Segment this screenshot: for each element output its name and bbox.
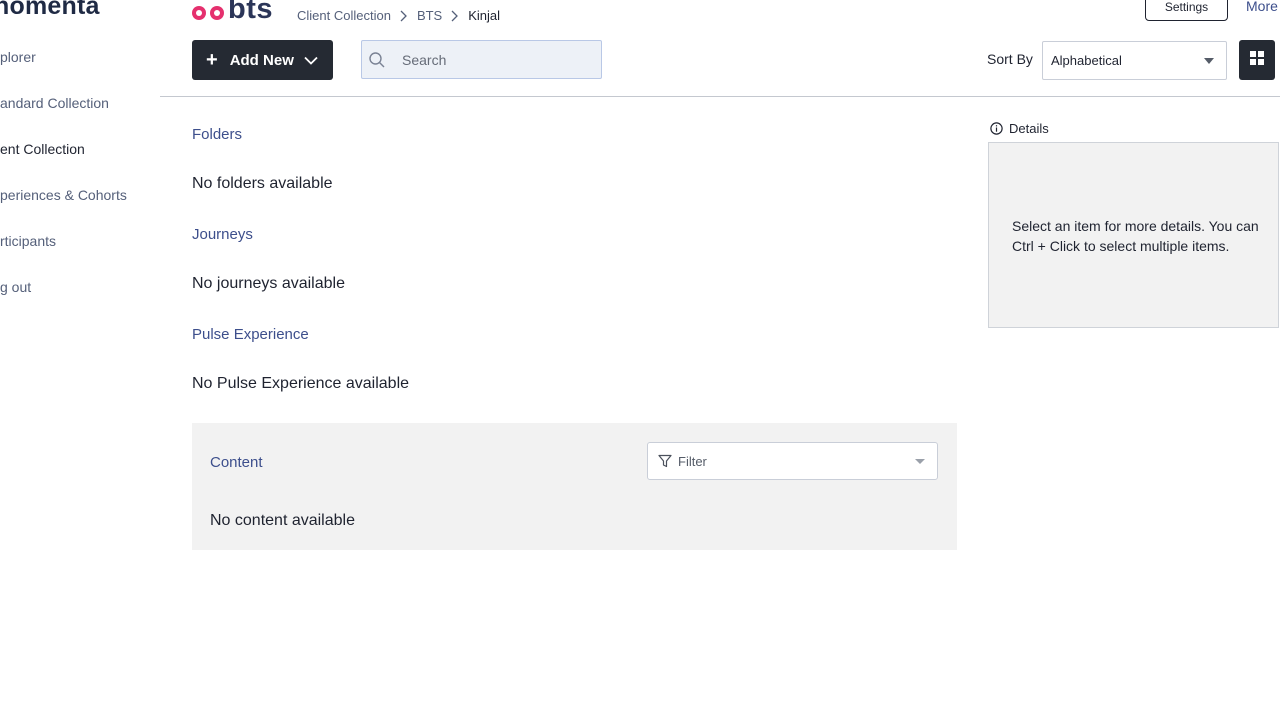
- pulse-experience-empty-message: No Pulse Experience available: [192, 375, 410, 392]
- grid-view-button[interactable]: [1239, 40, 1275, 80]
- content-title: Content: [210, 454, 263, 471]
- breadcrumb-item-bts[interactable]: BTS: [417, 8, 442, 23]
- logo-dots-icon: [192, 6, 224, 20]
- pulse-experience-title: Pulse Experience: [192, 326, 309, 343]
- sort-by-label: Sort By: [987, 51, 1033, 67]
- breadcrumb-item-client-collection[interactable]: Client Collection: [297, 8, 391, 23]
- folders-empty-message: No folders available: [192, 175, 333, 192]
- header-divider: [160, 96, 1280, 97]
- folders-title: Folders: [192, 126, 243, 143]
- caret-down-icon: [1204, 58, 1214, 64]
- sidebar-item-log-out[interactable]: g out: [0, 279, 31, 295]
- add-new-button[interactable]: + Add New: [192, 40, 333, 80]
- breadcrumb: Client Collection BTS Kinjal: [297, 8, 500, 23]
- settings-button[interactable]: Settings: [1145, 0, 1228, 21]
- add-new-label: Add New: [229, 51, 294, 69]
- journeys-empty-message: No journeys available: [192, 275, 345, 292]
- journeys-title: Journeys: [192, 226, 253, 243]
- logo-text: bts: [228, 0, 273, 25]
- caret-down-icon: [915, 459, 925, 464]
- info-icon: [990, 122, 1003, 135]
- breadcrumb-item-current: Kinjal: [468, 8, 501, 23]
- details-panel: Select an item for more details. You can…: [988, 142, 1279, 328]
- search-icon: [368, 51, 388, 69]
- filter-icon: [658, 454, 672, 468]
- chevron-down-icon: [304, 56, 318, 65]
- bts-logo[interactable]: bts: [192, 0, 273, 25]
- chevron-right-icon: [450, 9, 460, 23]
- sidebar-item-participants[interactable]: rticipants: [0, 233, 56, 249]
- details-title: Details: [1009, 121, 1049, 136]
- grid-icon: [1249, 50, 1265, 71]
- content-empty-message: No content available: [210, 512, 355, 529]
- chevron-right-icon: [399, 9, 409, 23]
- sidebar-item-explorer[interactable]: plorer: [0, 49, 36, 65]
- search-input[interactable]: [402, 51, 582, 68]
- sidebar-nav: plorer andard Collection ent Collection …: [0, 0, 160, 714]
- filter-placeholder: Filter: [678, 453, 707, 469]
- details-header: Details: [990, 121, 1049, 136]
- sidebar-item-client-collection[interactable]: ent Collection: [0, 141, 85, 157]
- plus-icon: +: [206, 49, 218, 71]
- sidebar-item-standard-collection[interactable]: andard Collection: [0, 95, 109, 111]
- details-message: Select an item for more details. You can…: [1012, 218, 1259, 254]
- sort-select[interactable]: Alphabetical: [1042, 41, 1227, 80]
- sidebar-item-experiences-cohorts[interactable]: periences & Cohorts: [0, 187, 127, 203]
- content-panel: Content Filter No content available: [192, 423, 957, 550]
- filter-dropdown[interactable]: Filter: [647, 442, 938, 480]
- more-link[interactable]: More: [1246, 0, 1278, 14]
- search-box: [361, 40, 602, 79]
- sort-select-value: Alphabetical: [1051, 53, 1122, 68]
